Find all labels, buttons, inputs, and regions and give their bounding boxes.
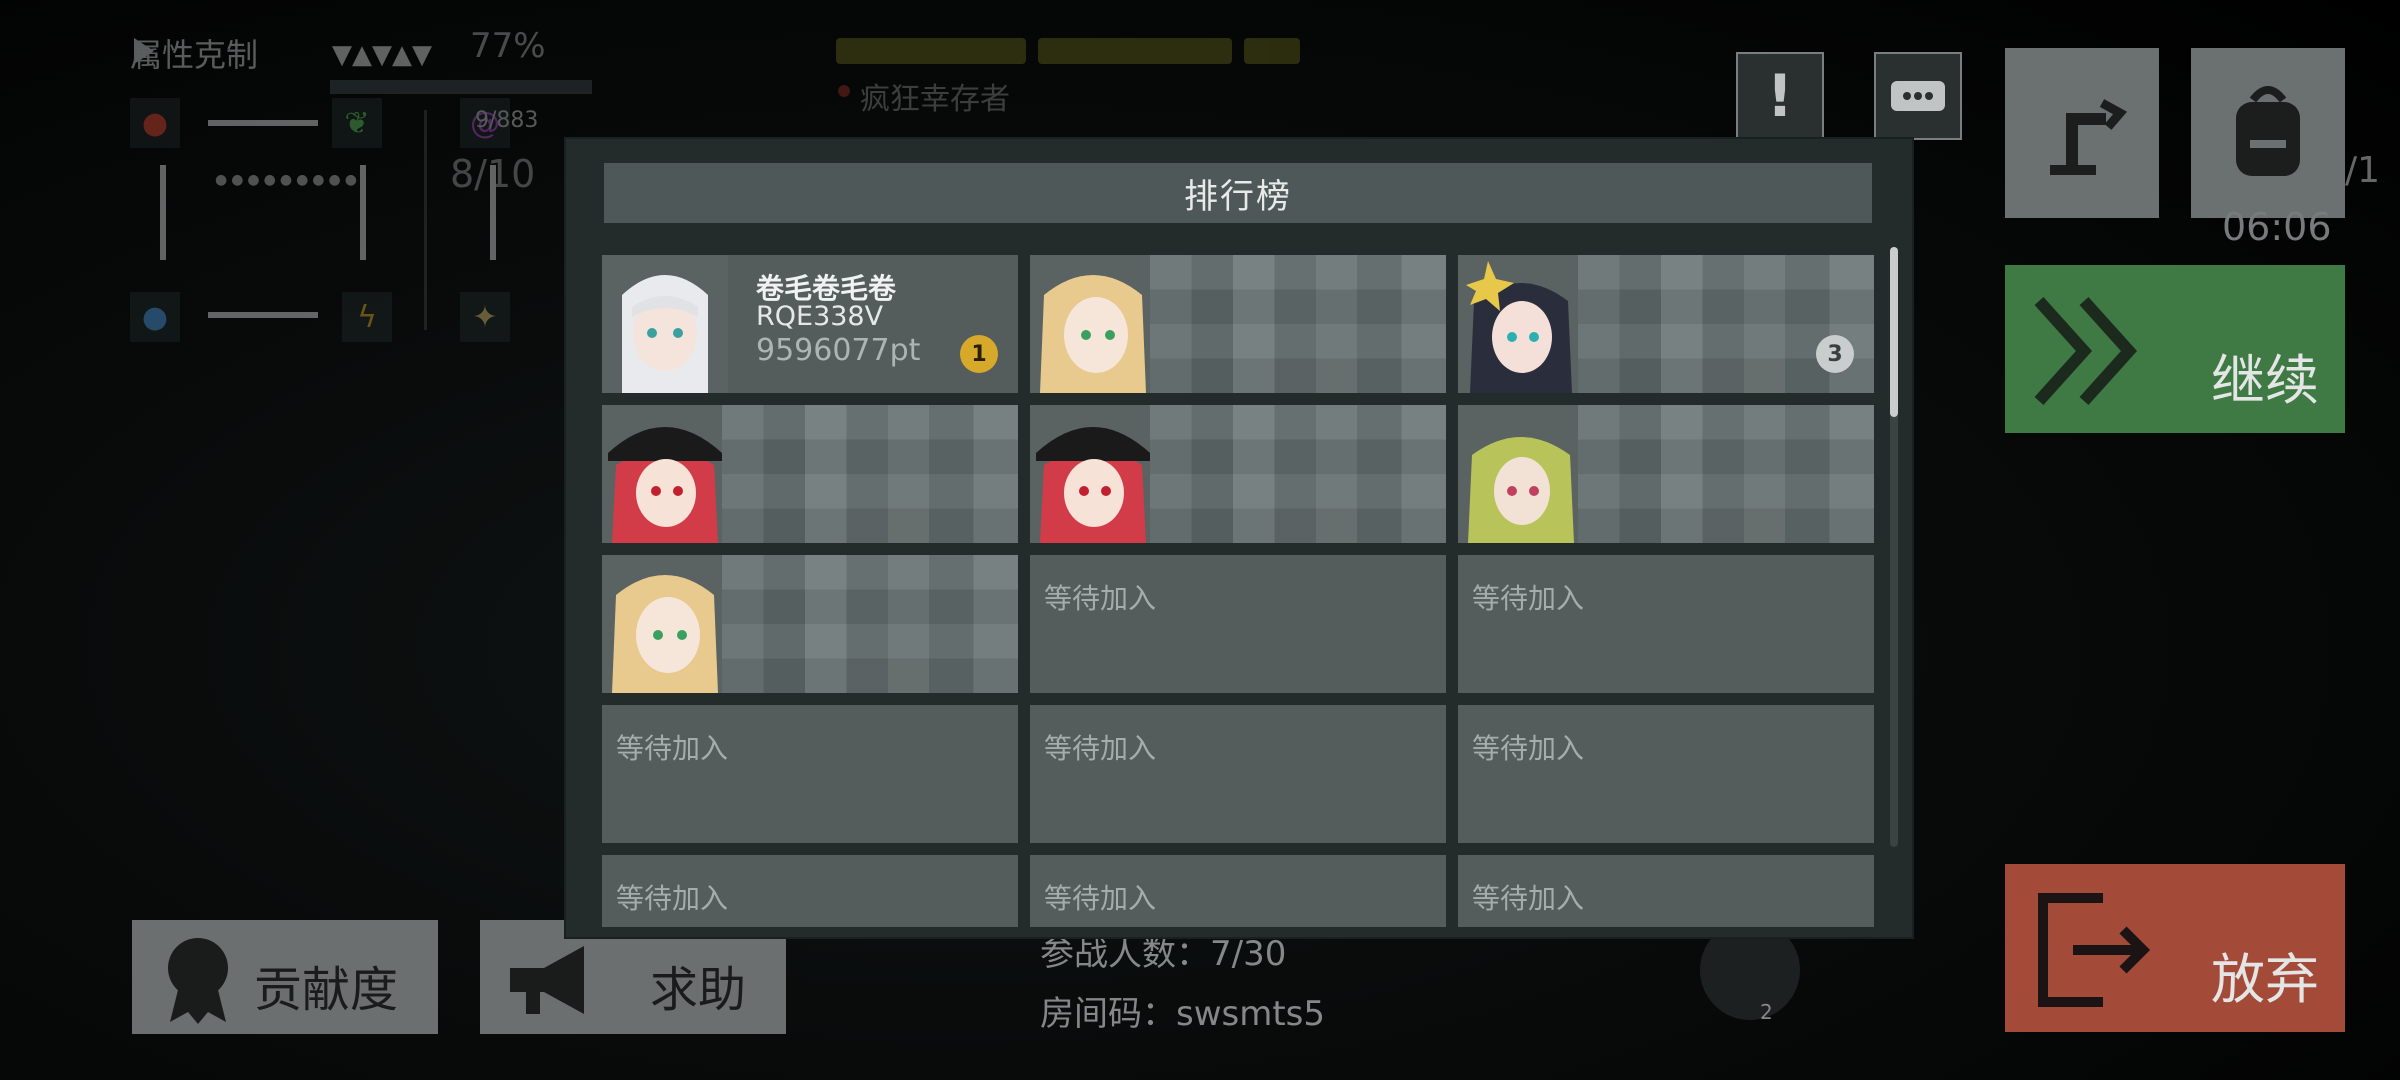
leaderboard-title: 排行榜 <box>604 163 1872 223</box>
backpack-icon <box>2236 86 2300 176</box>
waiting-label: 等待加入 <box>616 732 729 765</box>
timer: 06:06 <box>2222 205 2332 249</box>
leaderboard-empty-slot: 等待加入 <box>1458 555 1874 693</box>
waiting-label: 等待加入 <box>1044 882 1157 915</box>
player-portrait <box>1458 255 1584 393</box>
leaderboard-entry-2[interactable] <box>1030 255 1446 393</box>
leaderboard-empty-slot: 等待加入 <box>1030 555 1446 693</box>
leaderboard-empty-slot: 等待加入 <box>602 855 1018 927</box>
leaderboard-empty-slot: 等待加入 <box>1458 705 1874 843</box>
dots: ●●●●●●●●● <box>215 172 361 188</box>
arrow-right <box>208 120 318 126</box>
arrow-up-left <box>160 165 166 260</box>
leaf-icon: ❦ <box>332 98 382 148</box>
boss-indicator-dot <box>838 85 850 97</box>
triangles-icon: ▼▲▼▲▼ <box>332 40 432 70</box>
player-portrait <box>1030 255 1156 393</box>
leaderboard-entry-1[interactable]: 卷毛卷毛卷 RQE338V 9596077pt 1 <box>602 255 1018 393</box>
player-portrait <box>602 405 728 543</box>
leaderboard-entry-7[interactable] <box>602 555 1018 693</box>
waiting-label: 等待加入 <box>1472 732 1585 765</box>
player-portrait <box>602 255 728 393</box>
exclamation-icon[interactable]: ! <box>1736 52 1824 140</box>
help-button[interactable]: 求助 <box>480 920 786 1034</box>
continue-button[interactable]: 继续 <box>2005 265 2345 433</box>
leaderboard-entry-3[interactable]: 3 <box>1458 255 1874 393</box>
pixelated-info <box>1150 405 1446 543</box>
player-score: 9596077pt <box>756 333 921 368</box>
water-icon: ● <box>130 292 180 342</box>
boss-name: 疯狂幸存者 <box>860 82 1010 117</box>
leaderboard-empty-slot: 等待加入 <box>1030 855 1446 927</box>
waiting-label: 等待加入 <box>1472 882 1585 915</box>
continue-label: 继续 <box>2211 349 2319 412</box>
badge-count: 2 <box>1760 1000 1773 1024</box>
chat-bubble-icon[interactable] <box>1874 52 1962 140</box>
arrow-down-right <box>490 165 496 260</box>
pixelated-info <box>722 555 1018 693</box>
element-title: 属性克制 <box>130 36 259 74</box>
contribution-label: 贡献度 <box>253 962 398 1018</box>
rank-medal-bronze: 3 <box>1816 335 1854 373</box>
boss-bar-2 <box>1038 38 1232 64</box>
waiting-label: 等待加入 <box>616 882 729 915</box>
leaderboard-entry-4[interactable] <box>602 405 1018 543</box>
crane-button[interactable] <box>2005 48 2159 218</box>
double-chevron-icon <box>2034 296 2138 406</box>
arrow-left <box>208 312 318 318</box>
room-code-text: 房间码：swsmts5 <box>1040 994 1326 1034</box>
player-portrait <box>1030 405 1156 543</box>
hp-bar <box>330 80 592 94</box>
divider <box>424 110 427 330</box>
player-portrait <box>602 555 728 693</box>
leaderboard-scroll-thumb[interactable] <box>1890 247 1898 417</box>
pixelated-info <box>1150 255 1446 393</box>
contribution-button[interactable]: 贡献度 <box>132 920 438 1034</box>
arrow-down-mid <box>360 165 366 260</box>
leaderboard-empty-slot: 等待加入 <box>1030 705 1446 843</box>
waiting-label: 等待加入 <box>1472 582 1585 615</box>
leaderboard-empty-slot: 等待加入 <box>602 705 1018 843</box>
waiting-label: 等待加入 <box>1044 582 1157 615</box>
leaderboard-entry-5[interactable] <box>1030 405 1446 543</box>
help-label: 求助 <box>649 962 746 1018</box>
page-indicator: /1 <box>2345 150 2381 191</box>
backpack-button[interactable] <box>2191 48 2345 218</box>
lightning-icon: ϟ <box>342 292 392 342</box>
boss-bar-1 <box>836 38 1026 64</box>
leaderboard-grid: 卷毛卷毛卷 RQE338V 9596077pt 1 3 等待加入 等待加入 等待… <box>602 255 1874 927</box>
player-id: RQE338V <box>756 301 884 332</box>
star-icon: ✦ <box>460 292 510 342</box>
abandon-label: 放弃 <box>2211 948 2319 1011</box>
element-percent: 77% <box>470 26 546 66</box>
pixelated-info <box>722 405 1018 543</box>
rank-medal-gold: 1 <box>960 335 998 373</box>
boss-bar-3 <box>1244 38 1300 64</box>
crane-icon <box>2050 99 2128 175</box>
medal-ribbon-icon <box>168 938 228 1024</box>
leaderboard-empty-slot: 等待加入 <box>1458 855 1874 927</box>
leaderboard-entry-6[interactable] <box>1458 405 1874 543</box>
pixelated-info <box>1578 405 1874 543</box>
fire-icon: ● <box>130 98 180 148</box>
leaderboard-modal: 排行榜 卷毛卷毛卷 RQE338V 9596077pt 1 3 等待加入 等待加… <box>566 139 1912 937</box>
element-counter: 9/883 <box>475 108 539 133</box>
player-portrait <box>1458 405 1584 543</box>
exit-icon <box>2038 893 2151 1007</box>
abandon-button[interactable]: 放弃 <box>2005 864 2345 1032</box>
megaphone-icon <box>510 946 584 1014</box>
waiting-label: 等待加入 <box>1044 732 1157 765</box>
